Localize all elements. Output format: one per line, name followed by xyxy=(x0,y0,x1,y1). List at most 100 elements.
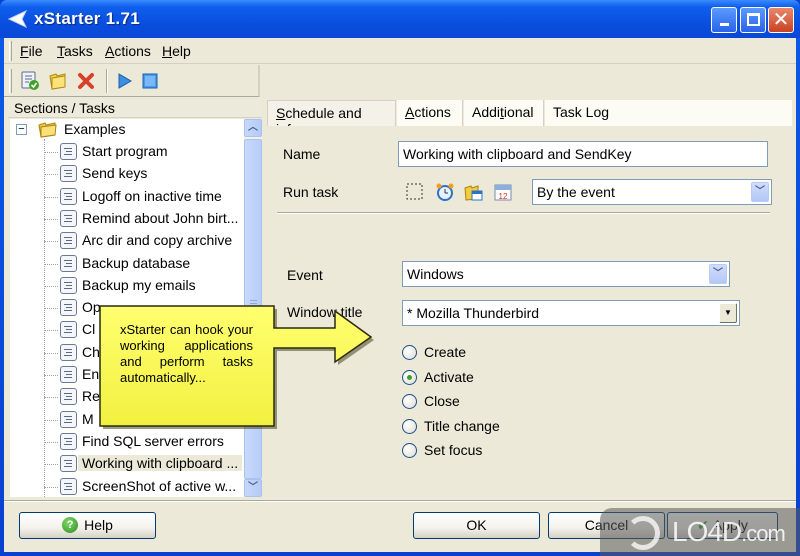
tree-task-item[interactable]: Op xyxy=(10,297,246,319)
name-input[interactable]: Working with clipboard and SendKey xyxy=(398,141,768,167)
menu-help[interactable]: Help xyxy=(162,43,191,59)
calendar-icon[interactable]: 12 xyxy=(493,182,513,202)
task-icon xyxy=(60,254,77,272)
task-icon xyxy=(60,343,77,361)
tree-task-item[interactable]: Re xyxy=(10,386,246,408)
event-type-radio-group: Create Activate Close Title change Set focus xyxy=(402,344,602,464)
tree-task-item[interactable]: Send keys xyxy=(10,163,246,185)
watermark-brand: LO4D xyxy=(672,516,742,547)
tab-actions[interactable]: Actions xyxy=(397,100,463,126)
task-icon xyxy=(60,366,77,383)
scroll-thumb[interactable] xyxy=(244,139,262,479)
chevron-down-icon[interactable]: ﹀ xyxy=(751,182,769,202)
menu-actions[interactable]: Actions xyxy=(105,43,151,59)
radio-set-focus[interactable]: Set focus xyxy=(402,442,552,462)
radio-unchecked-icon[interactable] xyxy=(402,443,417,458)
task-icon xyxy=(60,410,77,428)
client-area: File Tasks Actions Help Sections / Tasks… xyxy=(4,38,796,552)
tree-task-label: Logoff on inactive time xyxy=(82,187,222,204)
event-select[interactable]: Windows ﹀ xyxy=(402,261,730,287)
event-label: Event xyxy=(287,267,323,283)
tree-line xyxy=(44,464,58,466)
toolbar-grip[interactable] xyxy=(9,69,12,93)
tree-line xyxy=(44,330,58,332)
watermark-suffix: .com xyxy=(741,521,786,546)
radio-label: Title change xyxy=(424,417,500,434)
alarm-clock-icon[interactable] xyxy=(435,182,455,202)
close-button[interactable]: ✕ xyxy=(768,7,794,33)
minimize-button[interactable] xyxy=(711,7,737,33)
tree-task-item[interactable]: Find SQL server errors xyxy=(10,431,246,453)
task-tree[interactable]: − Examples Start program Send keys Logoff … xyxy=(10,119,246,497)
radio-unchecked-icon[interactable] xyxy=(402,418,417,434)
tree-task-label: Backup database xyxy=(82,254,191,271)
tree-task-item[interactable]: Working with clipboard ... xyxy=(10,453,246,475)
tree-task-label: Start program xyxy=(82,143,168,159)
tree-task-item[interactable]: Arc dir and copy archive xyxy=(10,230,246,252)
task-icon xyxy=(60,455,77,473)
menu-file[interactable]: File xyxy=(20,43,43,59)
radio-label: Create xyxy=(424,344,467,360)
menu-tasks[interactable]: Tasks xyxy=(57,43,93,59)
scroll-down-button[interactable]: ﹀ xyxy=(244,479,262,497)
tab-task-log[interactable]: Task Log xyxy=(545,100,792,126)
schedule-panel: Name Working with clipboard and SendKey … xyxy=(267,126,772,498)
tree-task-label: Cl xyxy=(82,321,96,338)
maximize-button[interactable] xyxy=(740,7,766,33)
folder-window-icon[interactable] xyxy=(463,182,483,202)
tree-line xyxy=(44,419,58,421)
radio-title-change[interactable]: Title change xyxy=(402,418,552,438)
tree-task-item[interactable]: ScreenShot of active w... xyxy=(10,476,246,498)
radio-create[interactable]: Create xyxy=(402,344,552,364)
app-logo-icon xyxy=(8,10,28,28)
help-button[interactable]: ? Help xyxy=(19,512,156,539)
tree-line xyxy=(44,174,58,176)
tree-task-item[interactable]: Remind about John birt... xyxy=(10,208,246,230)
delete-icon[interactable] xyxy=(76,71,96,91)
tree-line xyxy=(44,241,58,243)
ok-button[interactable]: OK xyxy=(413,512,540,539)
radio-unchecked-icon[interactable] xyxy=(402,394,417,409)
tab-schedule-and-info[interactable]: Schedule and info xyxy=(267,100,396,137)
menu-grip[interactable] xyxy=(9,41,12,61)
app-window: xStarter 1.71 ✕ File Tasks Actions Help xyxy=(0,0,800,556)
tree-line xyxy=(44,308,58,310)
watermark-logo-icon xyxy=(626,516,660,550)
sections-panel: Sections / Tasks − Examples Start progra… xyxy=(8,98,262,498)
folder-icon xyxy=(38,122,57,138)
task-check-icon[interactable] xyxy=(20,71,40,91)
radio-activate[interactable]: Activate xyxy=(402,369,552,389)
tab-label: ional xyxy=(503,104,534,120)
tree-scrollbar[interactable]: ︿ ﹀ xyxy=(244,119,262,497)
sections-header: Sections / Tasks xyxy=(8,98,262,118)
tree-line xyxy=(44,352,58,354)
stop-icon[interactable] xyxy=(140,71,160,91)
callout-text: xStarter can hook your working applicati… xyxy=(120,322,253,385)
window-title-combo[interactable]: * Mozilla Thunderbird ▼ xyxy=(402,300,740,326)
collapse-icon[interactable]: − xyxy=(16,124,27,135)
run-task-select[interactable]: By the event ﹀ xyxy=(532,179,772,205)
radio-checked-icon[interactable] xyxy=(402,369,417,385)
tab-additional[interactable]: Additional xyxy=(464,100,544,126)
manual-icon[interactable] xyxy=(405,182,425,202)
task-icon xyxy=(60,232,77,250)
dropdown-arrow-icon[interactable]: ▼ xyxy=(719,303,737,323)
radio-unchecked-icon[interactable] xyxy=(402,345,417,360)
title-bar[interactable]: xStarter 1.71 ✕ xyxy=(0,0,800,38)
tree-task-item[interactable]: Start program xyxy=(10,141,246,163)
scroll-up-button[interactable]: ︿ xyxy=(244,119,262,137)
tree-task-item[interactable]: M xyxy=(10,409,246,431)
menu-bar: File Tasks Actions Help xyxy=(4,38,796,64)
tree-section-examples[interactable]: − Examples xyxy=(10,119,246,141)
tree-task-item[interactable]: Backup my emails xyxy=(10,275,246,297)
tree-task-label: Re xyxy=(82,388,100,405)
folder-icon[interactable] xyxy=(48,71,68,91)
chevron-down-icon[interactable]: ﹀ xyxy=(709,264,727,284)
tree-task-item[interactable]: Logoff on inactive time xyxy=(10,186,246,208)
menu-actions-accel: A xyxy=(105,43,115,59)
radio-close[interactable]: Close xyxy=(402,393,552,413)
calendar-day: 12 xyxy=(499,192,508,201)
play-icon[interactable] xyxy=(114,71,134,91)
tree-task-label: Op xyxy=(82,299,101,316)
tree-task-item[interactable]: Backup database xyxy=(10,253,246,275)
